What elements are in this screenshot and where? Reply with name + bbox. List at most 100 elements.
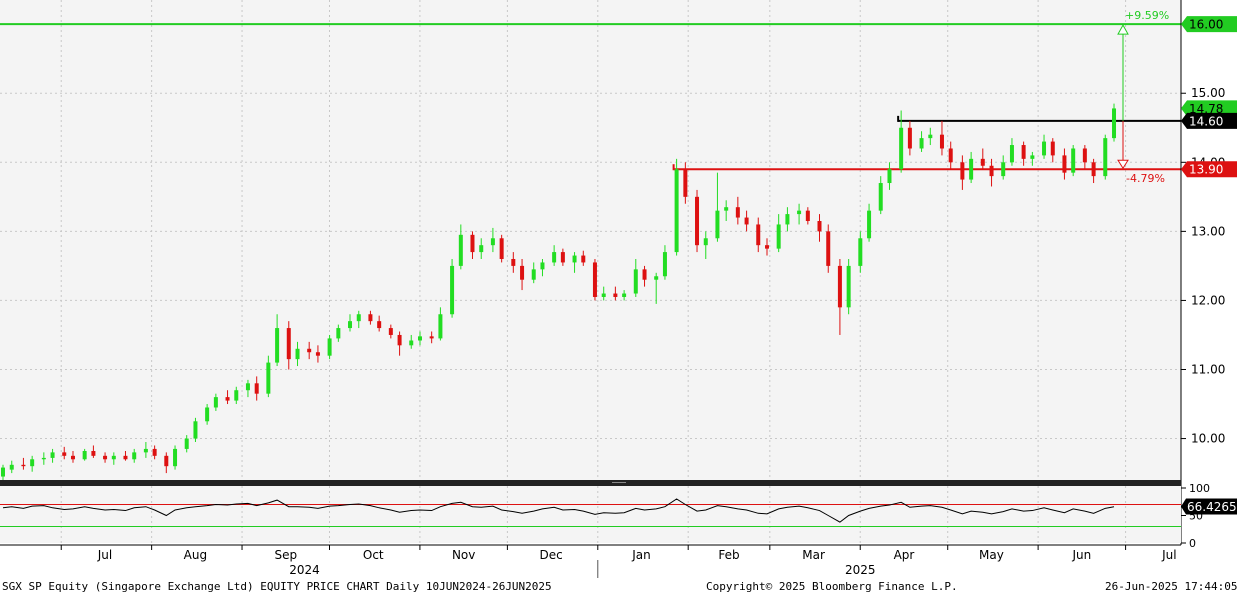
candle-body	[152, 448, 157, 456]
candle-body	[724, 207, 729, 211]
candle-body	[756, 224, 761, 246]
candle-body	[817, 221, 822, 232]
month-label: Oct	[363, 548, 384, 562]
month-label: Dec	[540, 548, 563, 562]
chart-description: SGX SP Equity (Singapore Exchange Ltd) E…	[2, 580, 552, 593]
month-label: May	[979, 548, 1004, 562]
candle-body	[572, 255, 577, 263]
candle-body	[21, 464, 26, 467]
price-panel-background	[0, 0, 1181, 480]
candle-body	[654, 276, 659, 280]
candle-body	[123, 455, 128, 460]
y-tick-label: 12.00	[1191, 293, 1225, 307]
month-label: Sep	[274, 548, 297, 562]
y-tick-label: 10.00	[1191, 432, 1225, 446]
candle-body	[490, 238, 495, 246]
candle-body	[254, 383, 259, 394]
candle-body	[377, 321, 382, 329]
candle-body	[336, 328, 341, 339]
month-label: Aug	[184, 548, 207, 562]
month-label: Apr	[894, 548, 915, 562]
candle-body	[715, 210, 720, 239]
rsi-tick-label: 0	[1189, 537, 1196, 550]
candle-body	[540, 262, 545, 270]
candle-body	[62, 452, 67, 456]
month-label: Jul	[97, 548, 112, 562]
candle-body	[1030, 155, 1035, 159]
candle-body	[213, 397, 218, 408]
candle-body	[520, 265, 525, 280]
candle-body	[683, 169, 688, 197]
candle-body	[205, 407, 210, 422]
candle-body	[744, 217, 749, 225]
candle-body	[429, 336, 434, 339]
candle-body	[103, 455, 108, 460]
candle-body	[765, 245, 770, 249]
candle-body	[225, 397, 230, 401]
time-axis: Jul Aug Sep Oct Nov Dec Jan Feb Mar Apr May Jun Jul 2…	[0, 544, 1181, 578]
candle-body	[1091, 162, 1096, 177]
rsi-last-label: 66.4265	[1187, 500, 1237, 514]
rsi-tick-label: 100	[1189, 482, 1210, 495]
candle-body	[826, 231, 831, 266]
candle-body	[164, 455, 169, 467]
candle-body	[132, 452, 137, 460]
candle-body	[1112, 108, 1117, 139]
candle-body	[50, 452, 55, 458]
month-label: Jun	[1071, 548, 1091, 562]
candle-body	[531, 269, 536, 280]
candle-body	[30, 459, 35, 467]
rsi-panel-background	[0, 486, 1181, 543]
candle-body	[662, 252, 667, 277]
candle-body	[368, 314, 373, 322]
footer-bar: SGX SP Equity (Singapore Exchange Ltd) E…	[0, 578, 1238, 596]
candle-body	[928, 134, 933, 139]
y-tick-label: 13.00	[1191, 224, 1225, 238]
candle-body	[601, 293, 606, 297]
y-tick-label: 15.00	[1191, 86, 1225, 100]
candle-body	[989, 165, 994, 177]
candle-body	[878, 183, 883, 211]
candle-body	[417, 336, 422, 341]
candle-body	[397, 334, 402, 346]
candle-body	[907, 127, 912, 149]
candle-body	[479, 245, 484, 253]
candle-body	[592, 262, 597, 297]
candle-body	[695, 196, 700, 246]
candle-body	[143, 448, 148, 453]
candle-body	[960, 162, 965, 180]
candle-body	[1062, 155, 1067, 173]
copyright-notice: Copyright© 2025 Bloomberg Finance L.P.	[706, 580, 958, 593]
candle-body	[356, 314, 361, 322]
candle-body	[348, 321, 353, 329]
candle-body	[613, 293, 618, 297]
candle-body	[785, 214, 790, 225]
candle-body	[470, 234, 475, 253]
year-label: 2025	[845, 563, 876, 577]
candle-body	[70, 455, 75, 460]
candle-body	[867, 210, 872, 239]
level-13-90-label: 13.90	[1189, 163, 1223, 177]
candle-body	[295, 348, 300, 360]
candle-body	[1082, 148, 1087, 163]
candle-body	[1, 467, 5, 477]
candle-body	[193, 421, 198, 439]
candle-body	[266, 362, 271, 394]
month-label: Jan	[631, 548, 651, 562]
candle-body	[245, 383, 250, 391]
candle-body	[450, 265, 455, 315]
candle-body	[499, 238, 504, 259]
price-axis: 10.0011.0012.0013.0014.0015.0016.0014.78…	[1180, 0, 1237, 545]
timestamp: 26-Jun-2025 17:44:05	[1105, 580, 1238, 593]
candle-body	[858, 238, 863, 266]
candle-body	[776, 224, 781, 249]
candle-body	[887, 169, 892, 184]
candle-body	[846, 265, 851, 308]
price-chart: +9.59%-4.79% 10.0011.0012.0013.0014.0015…	[0, 0, 1237, 578]
candle-body	[581, 255, 586, 263]
candle-body	[1071, 148, 1076, 173]
candle-body	[980, 158, 985, 166]
rsi-panel: 10050066.4265	[0, 480, 1237, 550]
panel-divider	[0, 480, 1181, 486]
candle-body	[275, 328, 280, 363]
